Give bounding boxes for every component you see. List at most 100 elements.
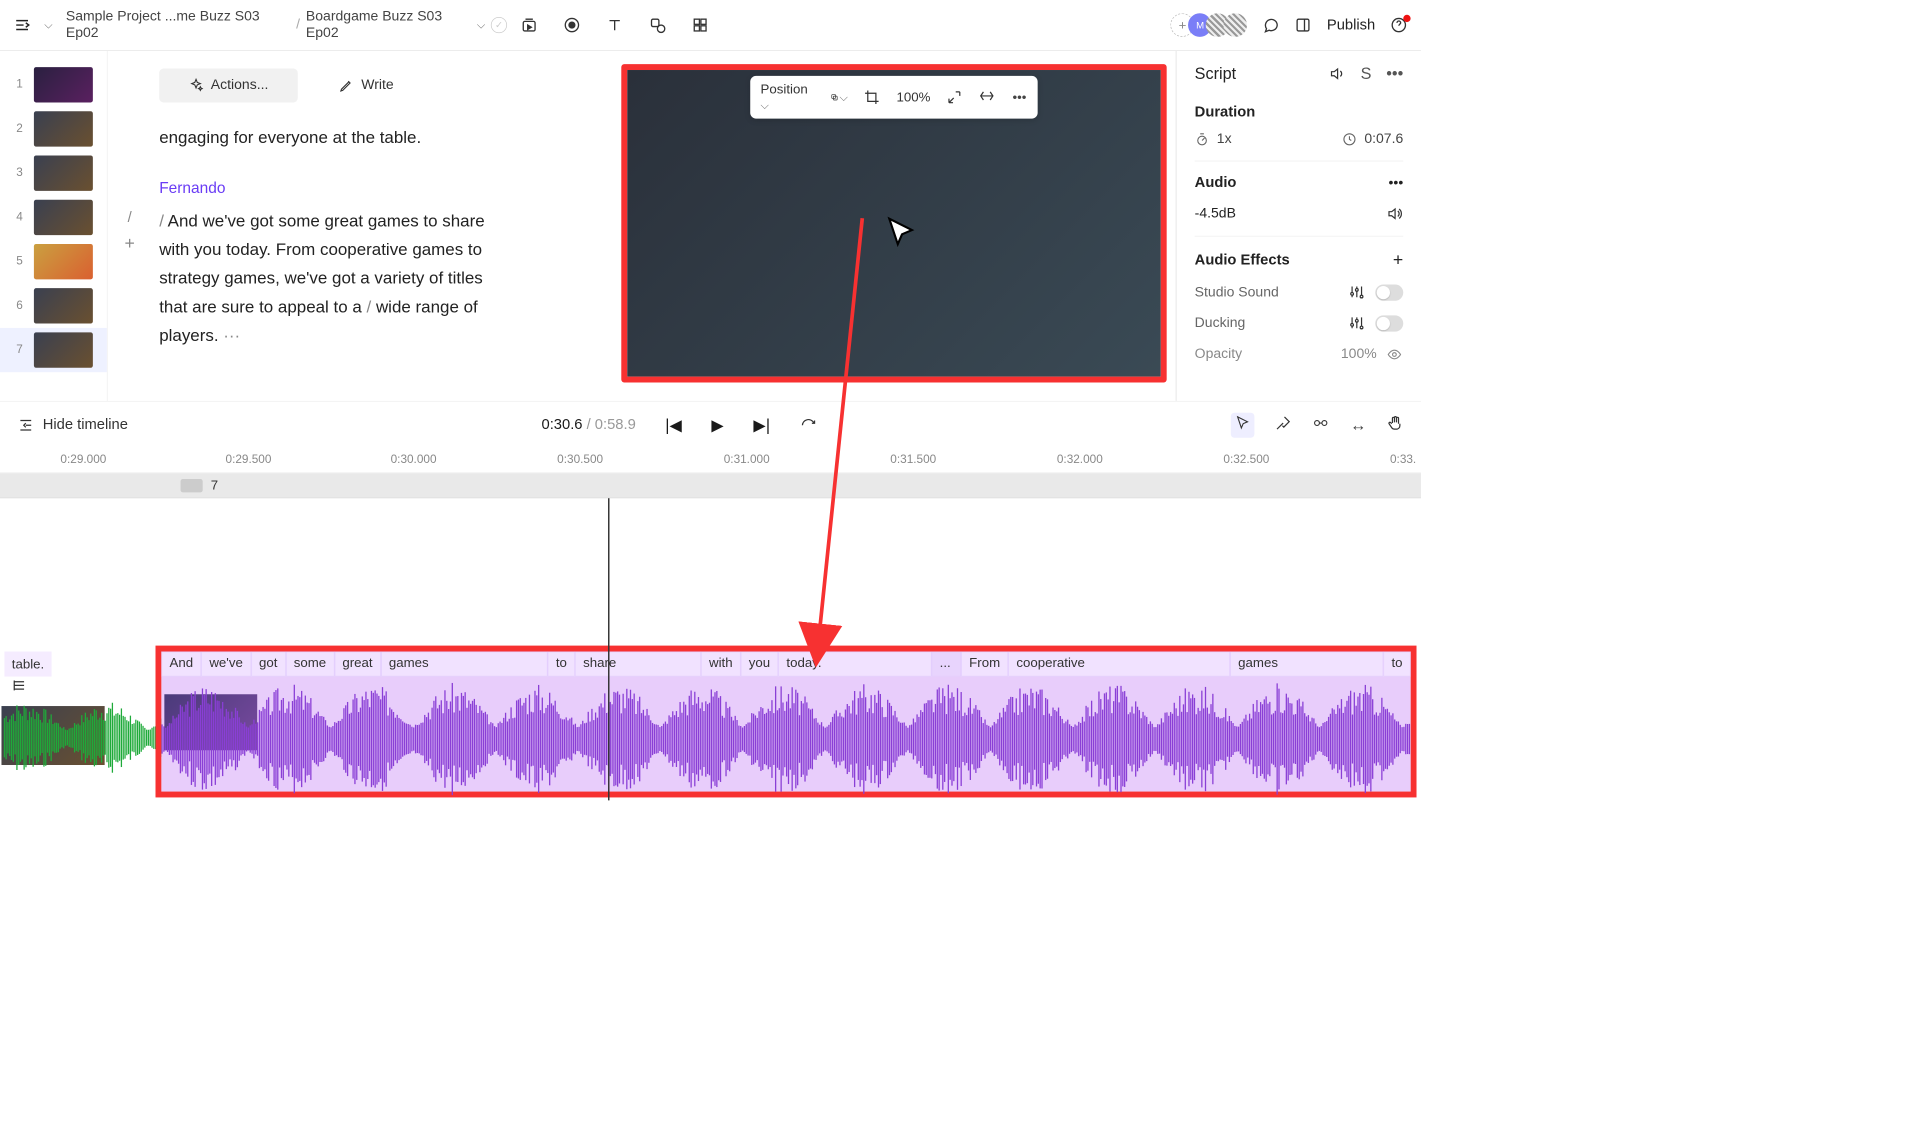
breadcrumb-project[interactable]: Sample Project ...me Buzz S03 Ep02: [66, 9, 290, 41]
ruler-tick: 0:29.000: [60, 453, 106, 466]
highlighted-audio-clip: And we've got some great games to share …: [156, 646, 1417, 798]
speed-icon: [1195, 132, 1210, 147]
word-token[interactable]: to: [1383, 652, 1410, 677]
hand-tool-icon[interactable]: [1387, 415, 1403, 436]
word-token[interactable]: we've: [201, 652, 251, 677]
sliders-icon[interactable]: [1349, 284, 1365, 302]
scene-thumb[interactable]: 2: [0, 107, 107, 151]
word-gap[interactable]: ...: [932, 652, 961, 677]
prev-clip-waveform[interactable]: [0, 697, 167, 778]
thumbnail-image: [34, 244, 93, 279]
text-tool-icon[interactable]: [606, 16, 624, 34]
zoom-level[interactable]: 100%: [896, 90, 930, 105]
scene-break-marker[interactable]: /: [108, 209, 152, 226]
comments-icon[interactable]: [1262, 16, 1280, 34]
word-token[interactable]: And: [161, 652, 201, 677]
speaker-label[interactable]: Fernando: [159, 175, 498, 201]
add-line-icon[interactable]: +: [108, 234, 152, 255]
speaker-volume-icon[interactable]: [1386, 205, 1404, 223]
word-token[interactable]: cooperative: [1008, 652, 1230, 677]
opacity-label: Opacity: [1195, 346, 1242, 362]
blade-tool-icon[interactable]: [1275, 415, 1291, 436]
cursor-icon: [884, 216, 918, 250]
media-library-icon[interactable]: [520, 16, 538, 34]
waveform-icon: [4, 697, 166, 778]
playhead[interactable]: [608, 498, 609, 800]
expand-icon[interactable]: [947, 88, 963, 106]
write-button[interactable]: Write: [310, 69, 423, 103]
more-icon[interactable]: •••: [1386, 64, 1403, 83]
studio-sound-label: Studio Sound: [1195, 284, 1279, 300]
duration-value[interactable]: 0:07.6: [1342, 131, 1403, 147]
sliders-icon[interactable]: [1349, 315, 1365, 333]
word-token[interactable]: got: [251, 652, 286, 677]
ellipsis-icon[interactable]: ···: [223, 326, 240, 345]
scene-thumb-selected[interactable]: 7: [0, 328, 107, 372]
editor-body[interactable]: Actions... Write engaging for everyone a…: [152, 51, 621, 401]
speaker-volume-icon[interactable]: [1328, 65, 1346, 83]
clip-number: 7: [211, 478, 218, 493]
editor-toolbar: Actions... Write: [159, 69, 599, 103]
scene-thumb[interactable]: 4: [0, 195, 107, 239]
opacity-value[interactable]: 100%: [1341, 346, 1377, 362]
word-token[interactable]: great: [334, 652, 380, 677]
templates-icon[interactable]: [691, 16, 709, 34]
collaborator-avatars[interactable]: + M: [1177, 13, 1248, 37]
playback-speed[interactable]: 1x: [1195, 131, 1232, 147]
avatar-placeholder: [1224, 13, 1248, 37]
audio-waveform-track[interactable]: [161, 677, 1410, 792]
preview-toolbar: Position ⌵ ⌵ 100% •••: [750, 76, 1037, 119]
actions-button[interactable]: Actions...: [159, 69, 298, 103]
panel-toggle-icon[interactable]: [1294, 16, 1312, 34]
ruler-tick: 0:32.500: [1223, 453, 1269, 466]
ruler-tick: 0:30.500: [557, 453, 603, 466]
script-s-icon[interactable]: S: [1361, 64, 1372, 83]
ducking-label: Ducking: [1195, 315, 1246, 331]
audio-label: Audio: [1195, 175, 1237, 192]
word-token[interactable]: games: [1230, 652, 1383, 677]
thumbnail-image: [34, 111, 93, 146]
help-icon[interactable]: [1390, 16, 1408, 34]
scene-thumb[interactable]: 5: [0, 240, 107, 284]
crop-icon[interactable]: [864, 88, 880, 106]
inspector-panel: Script S ••• Duration 1x 0:07.6 Audio ••…: [1176, 51, 1421, 401]
breadcrumb: Sample Project ...me Buzz S03 Ep02 / Boa…: [66, 9, 507, 41]
more-icon[interactable]: •••: [1011, 88, 1027, 106]
app-logo-icon[interactable]: [13, 16, 31, 34]
position-dropdown[interactable]: Position ⌵: [761, 82, 814, 113]
publish-button[interactable]: Publish: [1327, 17, 1375, 34]
top-right-group: + M Publish: [1177, 13, 1408, 37]
clip-grip-handle[interactable]: [181, 479, 203, 492]
scene-thumb[interactable]: 6: [0, 284, 107, 328]
breadcrumb-composition[interactable]: Boardgame Buzz S03 Ep02 ⌵: [306, 9, 485, 41]
audio-gain-value[interactable]: -4.5dB: [1195, 206, 1236, 222]
inspector-title: Script: [1195, 64, 1236, 83]
link-tool-icon[interactable]: [1312, 415, 1330, 434]
shapes-icon[interactable]: [648, 16, 666, 34]
record-icon[interactable]: [563, 16, 581, 34]
hresize-tool-icon[interactable]: ↔: [1350, 415, 1366, 434]
word-token-prev[interactable]: table.: [4, 652, 51, 677]
timeline-body[interactable]: table. And we've got some great games to…: [0, 498, 1421, 800]
word-token[interactable]: to: [548, 652, 575, 677]
word-token[interactable]: From: [961, 652, 1008, 677]
more-icon[interactable]: •••: [1389, 175, 1404, 191]
scene-thumb[interactable]: 3: [0, 151, 107, 195]
scene-thumb[interactable]: 1: [0, 63, 107, 107]
status-check-icon[interactable]: ✓: [491, 17, 507, 33]
transcript-text[interactable]: engaging for everyone at the table. Fern…: [159, 123, 498, 350]
ruler-tick: 0:29.500: [226, 453, 272, 466]
hide-timeline-button[interactable]: Hide timeline: [18, 416, 128, 433]
select-tool-icon[interactable]: [1231, 412, 1255, 437]
visibility-icon[interactable]: [1386, 346, 1404, 364]
studio-sound-toggle[interactable]: [1375, 284, 1403, 300]
project-menu-chevron[interactable]: ⌵: [44, 19, 52, 32]
add-effect-icon[interactable]: +: [1393, 250, 1403, 271]
flip-icon[interactable]: [979, 88, 995, 106]
word-token[interactable]: games: [381, 652, 548, 677]
ducking-toggle[interactable]: [1375, 315, 1403, 331]
word-token[interactable]: some: [286, 652, 335, 677]
layer-dropdown-icon[interactable]: ⌵: [830, 88, 848, 106]
chevron-down-icon: ⌵: [477, 19, 485, 32]
track-align-icon[interactable]: [12, 678, 27, 696]
